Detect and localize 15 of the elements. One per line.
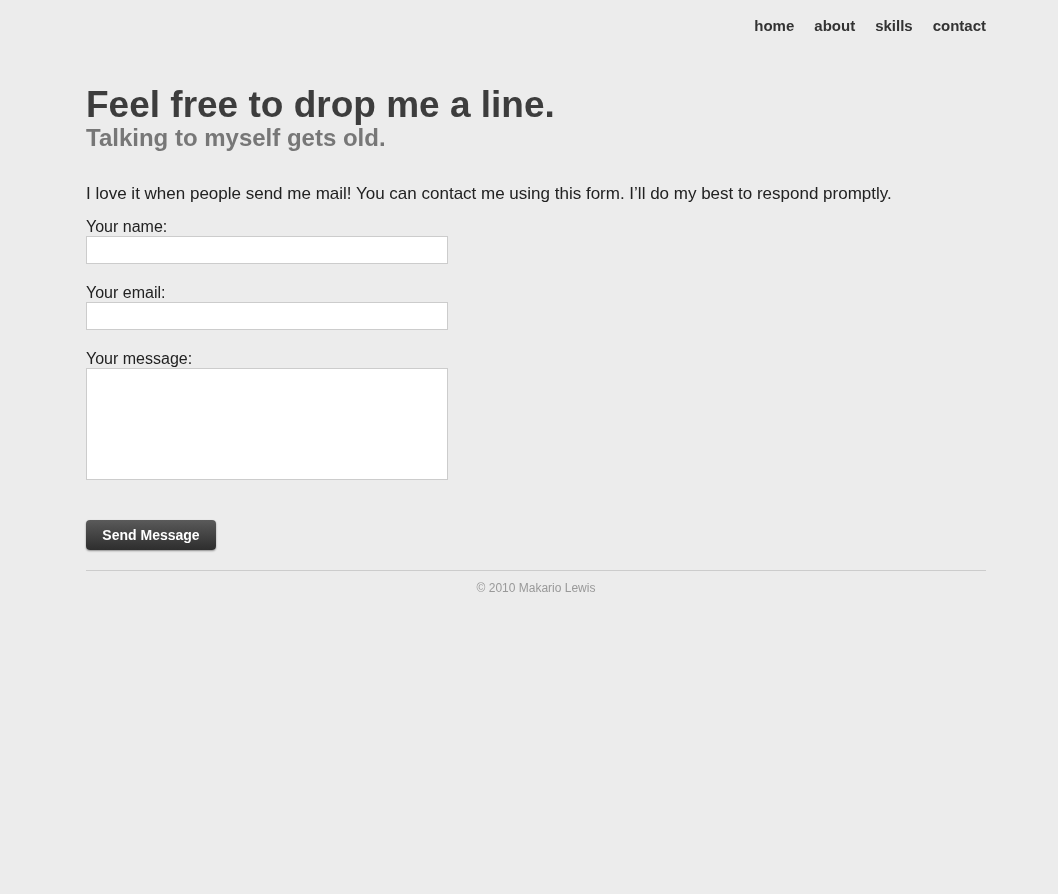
nav-link[interactable]: skills xyxy=(875,17,913,35)
field-label: Your message: xyxy=(86,350,193,368)
nav-link[interactable]: about xyxy=(814,17,856,35)
input-field[interactable] xyxy=(86,302,448,330)
field-label: Your name: xyxy=(86,218,168,236)
intro-text: I love it when people send me mail! You can contact me using this form. I’ll do my best to respond promptly. xyxy=(86,183,893,205)
page-subtitle: Talking to myself gets old. xyxy=(86,125,387,151)
message-field[interactable] xyxy=(86,368,448,480)
nav-link[interactable]: contact xyxy=(932,17,986,35)
page-title: Feel free to drop me a line. xyxy=(86,85,556,125)
field-label: Your email: xyxy=(86,284,166,302)
nav-link[interactable]: home xyxy=(754,17,795,35)
copyright-text: © 2010 Makario Lewis xyxy=(476,580,596,597)
send-button[interactable]: Send Message xyxy=(86,520,216,550)
input-field[interactable] xyxy=(86,236,448,264)
